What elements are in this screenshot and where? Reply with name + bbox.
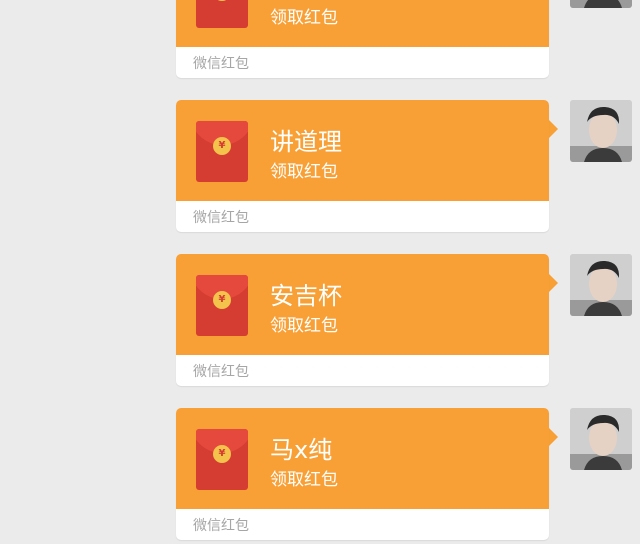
red-packet-subtitle: 领取红包 (270, 162, 338, 182)
red-packet-card[interactable]: ¥ 讲道理 领取红包 微信红包 (176, 100, 549, 232)
avatar[interactable] (570, 408, 632, 470)
red-envelope-icon: ¥ (196, 429, 248, 490)
red-packet-footer: 微信红包 (193, 210, 249, 226)
bubble-tail (549, 120, 558, 138)
red-packet-subtitle: 领取红包 (270, 470, 338, 490)
avatar[interactable] (570, 100, 632, 162)
red-packet-footer: 微信红包 (193, 56, 249, 72)
avatar[interactable] (570, 254, 632, 316)
red-packet-footer: 微信红包 (193, 364, 249, 380)
red-packet-header: ¥ 领取红包 (176, 0, 549, 47)
red-packet-header: ¥ 马x纯 领取红包 (176, 408, 549, 509)
red-packet-title: 安吉杯 (270, 282, 342, 310)
red-envelope-icon: ¥ (196, 275, 248, 336)
red-packet-title: 讲道理 (270, 128, 342, 156)
coin-icon: ¥ (213, 291, 231, 309)
red-packet-card[interactable]: ¥ 安吉杯 领取红包 微信红包 (176, 254, 549, 386)
coin-icon: ¥ (213, 445, 231, 463)
red-packet-card[interactable]: ¥ 马x纯 领取红包 微信红包 (176, 408, 549, 540)
red-envelope-icon: ¥ (196, 0, 248, 28)
red-packet-title: 马x纯 (270, 436, 333, 464)
coin-icon: ¥ (213, 0, 231, 1)
message-row: ¥ 领取红包 微信红包 (0, 0, 640, 80)
chat-area: ¥ 领取红包 微信红包 ¥ (0, 0, 640, 544)
red-packet-card[interactable]: ¥ 领取红包 微信红包 (176, 0, 549, 78)
red-packet-header: ¥ 安吉杯 领取红包 (176, 254, 549, 355)
avatar[interactable] (570, 0, 632, 8)
coin-icon: ¥ (213, 137, 231, 155)
red-packet-footer: 微信红包 (193, 518, 249, 534)
bubble-tail (549, 428, 558, 446)
message-row: ¥ 马x纯 领取红包 微信红包 (0, 408, 640, 542)
red-packet-subtitle: 领取红包 (270, 8, 338, 28)
message-row: ¥ 讲道理 领取红包 微信红包 (0, 100, 640, 234)
red-envelope-icon: ¥ (196, 121, 248, 182)
red-packet-subtitle: 领取红包 (270, 316, 338, 336)
bubble-tail (549, 274, 558, 292)
red-packet-header: ¥ 讲道理 领取红包 (176, 100, 549, 201)
message-row: ¥ 安吉杯 领取红包 微信红包 (0, 254, 640, 388)
